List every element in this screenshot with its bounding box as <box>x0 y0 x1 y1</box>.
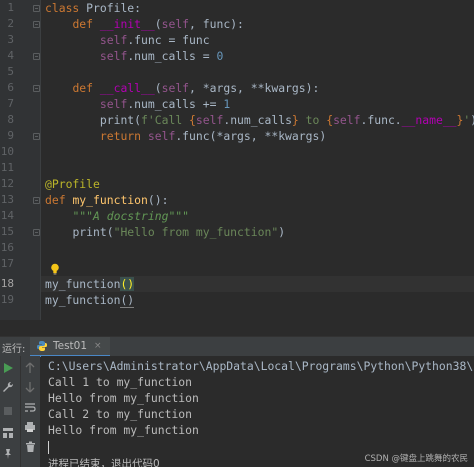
soft-wrap-icon[interactable] <box>23 400 37 414</box>
console-line-command: C:\Users\Administrator\AppData\Local\Pro… <box>48 359 474 373</box>
code-line-12: @Profile <box>45 177 100 191</box>
line-number: 3 <box>7 33 14 46</box>
line-number: 7 <box>7 97 14 110</box>
arrow-up-icon[interactable] <box>23 361 37 375</box>
console-output[interactable]: C:\Users\Administrator\AppData\Local\Pro… <box>41 356 474 467</box>
close-icon[interactable]: × <box>94 341 102 351</box>
line-number: 6 <box>7 81 14 94</box>
code-line-18: my_function() <box>45 277 135 291</box>
trash-icon[interactable] <box>23 440 37 454</box>
fold-marker-icon[interactable] <box>33 229 40 236</box>
code-line-3: self.func = func <box>99 33 210 47</box>
fold-marker-icon[interactable] <box>33 21 40 28</box>
fold-marker-icon[interactable] <box>33 85 40 92</box>
text-caret <box>48 441 49 454</box>
arrow-down-icon[interactable] <box>23 380 37 394</box>
line-number: 12 <box>0 177 14 190</box>
code-line-14: """A docstring""" <box>72 209 190 223</box>
line-number: 15 <box>0 225 14 238</box>
line-number: 8 <box>7 113 14 126</box>
line-number: 1 <box>7 1 14 14</box>
print-icon[interactable] <box>23 420 37 434</box>
code-line-19: my_function() <box>45 293 135 308</box>
line-number: 14 <box>0 209 14 222</box>
lightbulb-icon[interactable] <box>50 263 60 275</box>
fold-marker-icon[interactable] <box>33 5 40 12</box>
fold-marker-icon[interactable] <box>33 197 40 204</box>
code-line-13: def my_function(): <box>45 193 169 207</box>
line-number: 11 <box>0 161 14 174</box>
line-number: 5 <box>7 65 14 78</box>
line-number: 19 <box>0 293 14 306</box>
toolbar-divider <box>20 356 21 467</box>
console-line: Call 2 to my_function <box>48 407 193 421</box>
code-line-6: def __call__(self, *args, **kwargs): <box>72 81 320 95</box>
fold-marker-icon[interactable] <box>33 133 40 140</box>
line-number-active: 18 <box>0 277 14 290</box>
code-editor[interactable]: 1 2 3 4 5 6 7 8 9 10 11 12 13 14 15 16 1… <box>0 0 474 320</box>
process-exit-message: 进程已结束，退出代码0 <box>48 458 160 467</box>
line-number: 2 <box>7 17 14 30</box>
console-line: Hello from my_function <box>48 423 199 437</box>
code-line-9: return self.func(*args, **kwargs) <box>99 129 327 143</box>
line-number: 17 <box>0 257 14 270</box>
rerun-icon[interactable] <box>1 361 15 375</box>
pin-icon[interactable] <box>1 447 15 461</box>
console-line: Hello from my_function <box>48 391 199 405</box>
line-number: 4 <box>7 49 14 62</box>
watermark: CSDN @键盘上跳舞的农民 <box>364 454 468 464</box>
code-line-1: class Profile: <box>45 1 142 15</box>
run-label: 运行: <box>2 344 26 355</box>
stop-icon[interactable] <box>1 404 15 418</box>
code-line-2: def __init__(self, func): <box>72 17 244 31</box>
code-line-8: print(f'Call {self.num_calls} to {self.f… <box>99 113 474 127</box>
code-line-7: self.num_calls += 1 <box>99 97 231 111</box>
tab-test01[interactable]: Test01 × <box>30 337 110 357</box>
line-number: 9 <box>7 129 14 142</box>
python-file-icon <box>37 341 47 351</box>
tab-label: Test01 <box>53 340 88 352</box>
console-line: Call 1 to my_function <box>48 375 193 389</box>
fold-marker-icon[interactable] <box>33 53 40 60</box>
line-number: 16 <box>0 241 14 254</box>
run-tool-window-header: 运行: Test01 × <box>0 336 474 357</box>
layout-icon[interactable] <box>1 426 15 440</box>
line-number: 13 <box>0 193 14 206</box>
line-number: 10 <box>0 145 14 158</box>
code-line-15: print("Hello from my_function") <box>72 225 286 239</box>
gutter-divider <box>40 0 41 320</box>
wrench-icon[interactable] <box>1 380 15 394</box>
code-line-4: self.num_calls = 0 <box>99 49 224 63</box>
